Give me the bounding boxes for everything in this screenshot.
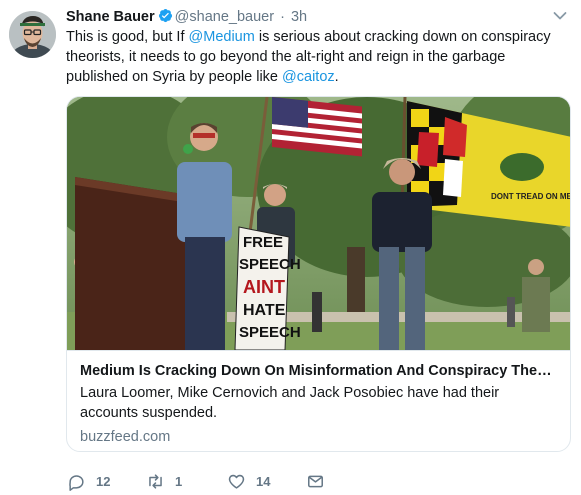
separator-dot: · bbox=[280, 9, 285, 25]
verified-badge-icon bbox=[158, 8, 172, 23]
tweet-text: This is good, but If @Medium is serious … bbox=[66, 27, 566, 87]
avatar-photo-icon bbox=[9, 11, 56, 58]
flag-motto: DONT TREAD ON ME bbox=[491, 192, 571, 201]
link-preview-card[interactable]: DONT TREAD ON ME FREE SPEECH AINT HATE S… bbox=[66, 96, 571, 452]
sign-line: SPEECH bbox=[239, 256, 301, 273]
author-avatar[interactable] bbox=[9, 11, 56, 58]
mention-link-caitoz[interactable]: @caitoz bbox=[282, 69, 335, 85]
sign-line: AINT bbox=[243, 277, 285, 297]
direct-message-button[interactable] bbox=[306, 470, 335, 492]
like-count: 14 bbox=[256, 473, 271, 489]
card-domain: buzzfeed.com bbox=[80, 429, 171, 445]
reply-button[interactable]: 12 bbox=[67, 470, 110, 492]
author-handle[interactable]: @shane_bauer bbox=[175, 9, 274, 25]
tweet-text-part: . bbox=[334, 69, 339, 85]
retweet-icon bbox=[149, 473, 162, 489]
heart-icon bbox=[228, 474, 245, 489]
author-name[interactable]: Shane Bauer bbox=[66, 9, 155, 25]
chevron-down-icon[interactable] bbox=[553, 11, 567, 21]
envelope-icon bbox=[308, 475, 323, 487]
retweet-button[interactable]: 1 bbox=[146, 470, 182, 492]
tweet-text-part: This is good, but If bbox=[66, 29, 189, 45]
like-button[interactable]: 14 bbox=[227, 470, 270, 492]
reply-count: 12 bbox=[96, 473, 111, 489]
protest-rally-photo-icon: DONT TREAD ON ME FREE SPEECH AINT HATE S… bbox=[67, 97, 571, 351]
sign-line: FREE bbox=[243, 234, 283, 251]
tweet-timestamp[interactable]: 3h bbox=[291, 9, 307, 25]
sign-line: SPEECH bbox=[239, 324, 301, 341]
card-description: Laura Loomer, Mike Cernovich and Jack Po… bbox=[80, 385, 500, 421]
tweet-actions: 12 1 14 bbox=[66, 470, 546, 492]
card-title[interactable]: Medium Is Cracking Down On Misinformatio… bbox=[80, 361, 560, 381]
reply-icon bbox=[69, 474, 84, 491]
retweet-count: 1 bbox=[175, 473, 183, 489]
sign-line: HATE bbox=[243, 302, 286, 319]
tweet-header: Shane Bauer @shane_bauer · 3h bbox=[66, 7, 307, 27]
card-image[interactable]: DONT TREAD ON ME FREE SPEECH AINT HATE S… bbox=[67, 97, 571, 351]
card-body[interactable]: Medium Is Cracking Down On Misinformatio… bbox=[67, 350, 570, 451]
tweet[interactable]: Shane Bauer @shane_bauer · 3h This is goo… bbox=[0, 0, 581, 495]
mention-link-medium[interactable]: @Medium bbox=[189, 29, 255, 45]
